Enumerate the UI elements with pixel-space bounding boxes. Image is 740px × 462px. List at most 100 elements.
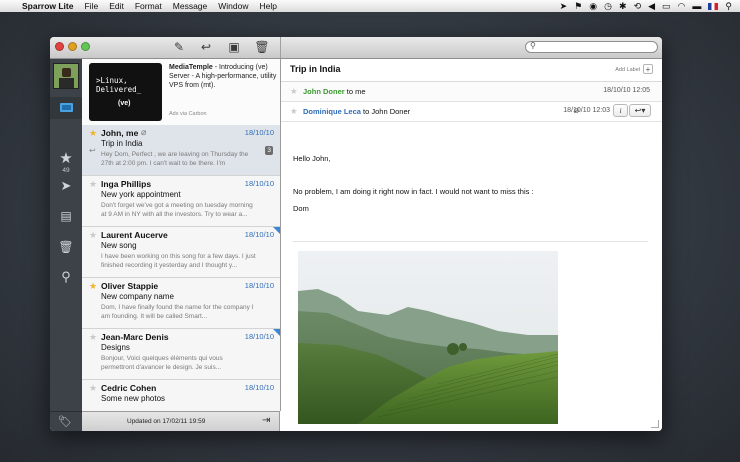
sync-arrows-icon[interactable]: ⟲ [634, 1, 642, 12]
message-participants: Dominique Leca to John Doner [303, 107, 410, 116]
list-footer: Updated on 17/02/11 19:59 ⇥ [82, 411, 280, 431]
zoom-window-button[interactable] [81, 42, 90, 51]
message-subject: Some new photos [101, 394, 166, 403]
menu-edit[interactable]: Edit [109, 1, 124, 11]
star-icon[interactable]: ★ [89, 332, 97, 343]
list-item[interactable]: ★ Oliver Stappie 18/10/10 New company na… [82, 278, 280, 329]
updated-status: Updated on 17/02/11 19:59 [127, 418, 206, 425]
starred-count: 49 [62, 167, 70, 174]
menu-file[interactable]: File [84, 1, 98, 11]
star-icon[interactable]: ★ [290, 106, 298, 117]
info-button[interactable]: i [613, 104, 628, 117]
message-from: Oliver Stappie [101, 281, 159, 291]
ad-block[interactable]: >Linux, Delivered_ (ve) MediaTemple - In… [82, 59, 280, 126]
trash-folder-icon[interactable]: 🗑 [50, 240, 82, 254]
compose-icon[interactable]: ✎ [171, 40, 187, 55]
attached-photo[interactable] [298, 251, 558, 424]
bluetooth-icon[interactable]: ✱ [619, 1, 627, 12]
message-date: 18/10/10 12:05 [603, 87, 650, 94]
menu-app-name[interactable]: Sparrow Lite [22, 1, 73, 11]
message-from: Jean-Marc Denis [101, 332, 169, 342]
unread-marker [273, 227, 280, 234]
search-icon: ⚲ [530, 41, 536, 50]
message-date: 18/10/10 [244, 179, 274, 188]
menu-format[interactable]: Format [135, 1, 162, 11]
menu-message[interactable]: Message [173, 1, 208, 11]
archive-icon[interactable]: ▣ [226, 40, 242, 55]
message-from: Cedric Cohen [101, 383, 157, 393]
list-item[interactable]: ★ Cedric Cohen 18/10/10 Some new photos [82, 380, 280, 411]
thread-message-row[interactable]: ★ Dominique Leca to John Doner ⌀ 18/10/1… [281, 102, 662, 122]
account-avatar[interactable] [53, 63, 79, 89]
message-date: 18/10/10 [244, 128, 274, 137]
thread-title: Trip in India [290, 64, 341, 74]
list-item[interactable]: ★ Inga Phillips 18/10/10 New york appoin… [82, 176, 280, 227]
star-icon[interactable]: ★ [290, 86, 298, 97]
message-date: 18/10/10 [244, 332, 274, 341]
recipient-text: to me [344, 87, 366, 96]
message-subject: Designs [101, 343, 130, 352]
message-preview: Bonjour, Voici quelques éléments qui vou… [101, 355, 223, 371]
ad-image-line1: >Linux, Delivered_ [96, 76, 142, 94]
message-from: Inga Phillips [101, 179, 152, 189]
list-item[interactable]: ★ John, me ⌀ 18/10/10 Trip in India ↩ He… [82, 125, 280, 176]
menu-window[interactable]: Window [218, 1, 248, 11]
notification-icon[interactable]: ⚑ [574, 1, 582, 12]
reply-menu-button[interactable]: ↩▾ [629, 104, 651, 117]
avatar-head [62, 68, 71, 77]
flag-fr-icon[interactable] [708, 2, 719, 10]
sender-name[interactable]: Dominique Leca [303, 107, 361, 116]
message-preview: Hey Dom, Perfect , we are leaving on Thu… [101, 151, 249, 167]
body-line: No problem, I am doing it right now in f… [293, 187, 534, 196]
trash-icon[interactable]: 🗑 [254, 40, 270, 55]
resize-grip[interactable] [651, 420, 659, 428]
label-tag-icon[interactable]: 🏷 [58, 415, 72, 428]
spotlight-icon[interactable]: ⚲ [725, 1, 732, 12]
star-icon[interactable]: ★ [89, 230, 97, 241]
reply-icon[interactable]: ↩ [198, 40, 214, 55]
drafts-icon[interactable]: ▤ [50, 209, 82, 223]
toolbar: ✎ ↩ ▣ 🗑 ⚲ [50, 37, 662, 59]
search-field[interactable]: ⚲ [525, 41, 658, 53]
ad-image[interactable]: >Linux, Delivered_ (ve) [89, 63, 162, 121]
sync-icon[interactable]: ◉ [589, 1, 597, 12]
close-window-button[interactable] [55, 42, 64, 51]
ad-text[interactable]: MediaTemple - Introducing (ve) Server - … [169, 63, 277, 90]
star-icon[interactable]: ★ [89, 383, 97, 394]
message-date: 18/10/10 [244, 230, 274, 239]
add-label-text[interactable]: Add Label [615, 67, 640, 73]
thread-message-row[interactable]: ★ John Doner to me 18/10/10 12:05 [281, 82, 662, 102]
volume-icon[interactable]: ◀ [648, 1, 655, 12]
menu-help[interactable]: Help [260, 1, 277, 11]
inbox-icon[interactable] [50, 97, 82, 119]
star-icon[interactable]: ★ [89, 128, 97, 139]
logout-icon[interactable]: ⇥ [262, 415, 270, 426]
starred-icon[interactable]: ★ [50, 149, 82, 167]
minimize-window-button[interactable] [68, 42, 77, 51]
window-controls [55, 42, 90, 51]
sparrow-status-icon[interactable]: ➤ [560, 1, 568, 12]
search-folder-icon[interactable]: ⚲ [50, 269, 82, 285]
sent-icon[interactable]: ➤ [50, 178, 82, 194]
sparrow-window: ✎ ↩ ▣ 🗑 ⚲ ★ 49 ➤ ▤ 🗑 ⚲ 🏷 >Linux, Deliver… [50, 37, 662, 431]
list-item[interactable]: ★ Jean-Marc Denis 18/10/10 Designs Bonjo… [82, 329, 280, 380]
message-subject: Trip in India [101, 139, 143, 148]
star-icon[interactable]: ★ [89, 281, 97, 292]
add-label-button[interactable]: + [643, 64, 653, 74]
ad-via[interactable]: Ads via Carbon [169, 111, 207, 117]
battery-icon[interactable]: ▬ [692, 1, 701, 11]
replied-icon: ↩ [89, 146, 96, 155]
sender-name[interactable]: John Doner [303, 87, 345, 96]
display-icon[interactable]: ▭ [662, 1, 671, 12]
star-icon[interactable]: ★ [89, 179, 97, 190]
message-date: 18/10/10 12:03 [563, 107, 610, 114]
list-item[interactable]: ★ Laurent Aucerve 18/10/10 New song I ha… [82, 227, 280, 278]
wifi-icon[interactable]: ◠ [678, 1, 686, 12]
clock-icon[interactable]: ◷ [604, 1, 612, 12]
sidebar-footer: 🏷 [50, 411, 82, 431]
message-date: 18/10/10 [244, 281, 274, 290]
message-subject: New york appointment [101, 190, 181, 199]
search-input[interactable] [540, 42, 650, 52]
message-date: 18/10/10 [244, 383, 274, 392]
status-area: ➤ ⚑ ◉ ◷ ✱ ⟲ ◀ ▭ ◠ ▬ ⚲ [560, 1, 740, 12]
